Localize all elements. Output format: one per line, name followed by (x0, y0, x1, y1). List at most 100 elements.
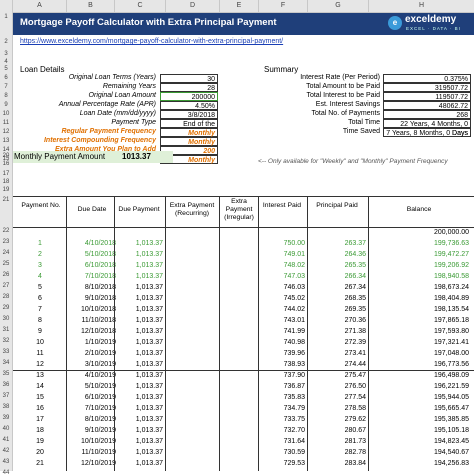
row-number[interactable]: 39 (0, 415, 12, 421)
cell-interest-paid: 737.90 (283, 372, 305, 379)
column-header-g[interactable]: G (308, 0, 369, 12)
source-link[interactable]: https://www.exceldemy.com/mortgage-payof… (20, 38, 283, 45)
row-number[interactable]: 10 (0, 111, 12, 117)
row-number[interactable]: 33 (0, 349, 12, 355)
row-number[interactable]: 30 (0, 316, 12, 322)
row-number[interactable]: 25 (0, 261, 12, 267)
cell-extra-irregular (220, 436, 258, 447)
row-number[interactable]: 41 (0, 437, 12, 443)
row-number[interactable]: 42 (0, 448, 12, 454)
table-row[interactable]: 18 9/10/2019 1,013.37 732.70 280.67 195,105.1… (13, 425, 474, 436)
header-payment-no: Payment No. (21, 202, 61, 209)
cell-balance: 198,673.24 (433, 284, 469, 291)
loan-field-input[interactable]: 4.50% (160, 101, 218, 110)
table-row[interactable]: 20 11/10/2019 1,013.37 730.59 282.78 194,540.… (13, 447, 474, 458)
column-header-c[interactable]: C (115, 0, 166, 12)
row-number[interactable]: 23 (0, 239, 12, 245)
loan-field-input[interactable]: 200000 (160, 92, 218, 101)
monthly-payment-value[interactable]: 1013.37 (122, 152, 151, 161)
loan-field-label: Remaining Years (102, 83, 156, 90)
row-number[interactable]: 27 (0, 283, 12, 289)
table-row[interactable]: 2 5/10/2018 1,013.37 749.01 264.36 199,472.27 (13, 249, 474, 260)
table-row[interactable]: 3 6/10/2018 1,013.37 748.02 265.35 199,206.92 (13, 260, 474, 271)
column-header-a[interactable]: A (13, 0, 67, 12)
column-header-b[interactable]: B (67, 0, 115, 12)
cell-payment-no: 20 (36, 449, 44, 456)
cell-due-date: 9/10/2019 (84, 427, 116, 434)
row-number[interactable]: 37 (0, 393, 12, 399)
table-row[interactable]: 21 12/10/2019 1,013.37 729.53 283.84 194,256.… (13, 458, 474, 469)
row-number[interactable]: 31 (0, 327, 12, 333)
column-header-f[interactable]: F (259, 0, 308, 12)
row-number[interactable]: 8 (0, 93, 12, 99)
loan-field-label: Regular Payment Frequency (61, 128, 156, 135)
row-number[interactable]: 20 (0, 153, 12, 159)
column-divider (165, 196, 166, 471)
table-row[interactable]: 6 9/10/2018 1,013.37 745.02 268.35 198,404.89 (13, 293, 474, 304)
row-number[interactable]: 21 (0, 197, 12, 203)
table-row[interactable]: 12 3/10/2019 1,013.37 738.93 274.44 196,773.5… (13, 359, 474, 370)
loan-field-input[interactable]: 3/8/2018 (160, 110, 218, 119)
cell-due-payment: 1,013.37 (135, 438, 163, 445)
table-row[interactable]: 11 2/10/2019 1,013.37 739.96 273.41 197,048.0… (13, 348, 474, 359)
table-row[interactable]: 13 4/10/2019 1,013.37 737.90 275.47 196,498.0… (13, 370, 474, 381)
table-row[interactable]: 5 8/10/2018 1,013.37 746.03 267.34 198,673.24 (13, 282, 474, 293)
table-row[interactable]: 17 8/10/2019 1,013.37 733.75 279.62 195,385.8… (13, 414, 474, 425)
cell-payment-no: 13 (36, 372, 44, 379)
column-header-h[interactable]: H (369, 0, 474, 12)
row-number[interactable]: 4 (0, 59, 12, 65)
row-number[interactable]: 12 (0, 129, 12, 135)
table-row[interactable]: 9 12/10/2018 1,013.37 741.99 271.38 197,593.8… (13, 326, 474, 337)
row-number[interactable]: 36 (0, 382, 12, 388)
select-all-corner[interactable] (0, 0, 13, 12)
cell-payment-no: 15 (36, 394, 44, 401)
cell-due-payment: 1,013.37 (135, 427, 163, 434)
table-row[interactable]: 8 11/10/2018 1,013.37 743.01 270.36 197,865.1… (13, 315, 474, 326)
row-number[interactable]: 26 (0, 272, 12, 278)
row-number[interactable]: 18 (0, 179, 12, 185)
row-number[interactable]: 7 (0, 84, 12, 90)
table-row[interactable]: 10 1/10/2019 1,013.37 740.98 272.39 197,321.4… (13, 337, 474, 348)
row-number[interactable]: 22 (0, 228, 12, 234)
row-number-gutter: 1 2 3 4 5 6 7 8 9 10 11 12 13 14 15 16 17 18 19 20 21 22 23 24 2… (0, 12, 13, 476)
row-number[interactable]: 43 (0, 459, 12, 465)
table-row[interactable]: 4 7/10/2018 1,013.37 747.03 266.34 198,940.58 (13, 271, 474, 282)
row-number[interactable]: 11 (0, 120, 12, 126)
loan-field-input[interactable]: Monthly (160, 128, 218, 137)
loan-field-input[interactable]: Monthly (160, 137, 218, 146)
row-number[interactable]: 1 (0, 14, 12, 20)
table-row[interactable]: 1 4/10/2018 1,013.37 750.00 263.37 199,736.63 (13, 238, 474, 249)
row-number[interactable]: 34 (0, 360, 12, 366)
row-number[interactable]: 24 (0, 250, 12, 256)
row-number[interactable]: 28 (0, 294, 12, 300)
column-header-d[interactable]: D (166, 0, 220, 12)
row-number[interactable]: 9 (0, 102, 12, 108)
column-header-e[interactable]: E (220, 0, 259, 12)
table-row[interactable]: 7 10/10/2018 1,013.37 744.02 269.35 198,135.5… (13, 304, 474, 315)
row-number[interactable]: 32 (0, 338, 12, 344)
summary-value: 7 Years, 8 Months, 0 Days (383, 128, 471, 137)
table-row[interactable]: 15 6/10/2019 1,013.37 735.83 277.54 195,944.0… (13, 392, 474, 403)
row-number[interactable]: 17 (0, 171, 12, 177)
row-number[interactable]: 13 (0, 138, 12, 144)
row-number[interactable]: 35 (0, 371, 12, 377)
row-number[interactable]: 5 (0, 66, 12, 72)
cell-balance: 197,593.80 (433, 328, 469, 335)
cell-extra-recurring (166, 370, 218, 381)
row-number[interactable]: 29 (0, 305, 12, 311)
table-row[interactable]: 19 10/10/2019 1,013.37 731.64 281.73 194,823.… (13, 436, 474, 447)
row-number[interactable]: 3 (0, 51, 12, 57)
table-row[interactable]: 14 5/10/2019 1,013.37 736.87 276.50 196,221.5… (13, 381, 474, 392)
table-row[interactable]: 16 7/10/2019 1,013.37 734.79 278.58 195,665.4… (13, 403, 474, 414)
row-number[interactable]: 40 (0, 426, 12, 432)
row-number[interactable]: 2 (0, 39, 12, 45)
loan-field-input[interactable]: 28 (160, 83, 218, 92)
loan-field-input[interactable]: End of the Period (160, 119, 218, 137)
row-number[interactable]: 38 (0, 404, 12, 410)
row-number[interactable]: 6 (0, 75, 12, 81)
summary-label: Total Interest to be Paid (306, 92, 380, 99)
cell-due-payment: 1,013.37 (135, 361, 163, 368)
loan-field-input[interactable]: 30 (160, 74, 218, 83)
row-number[interactable]: 16 (0, 161, 12, 167)
row-number[interactable]: 19 (0, 187, 12, 193)
